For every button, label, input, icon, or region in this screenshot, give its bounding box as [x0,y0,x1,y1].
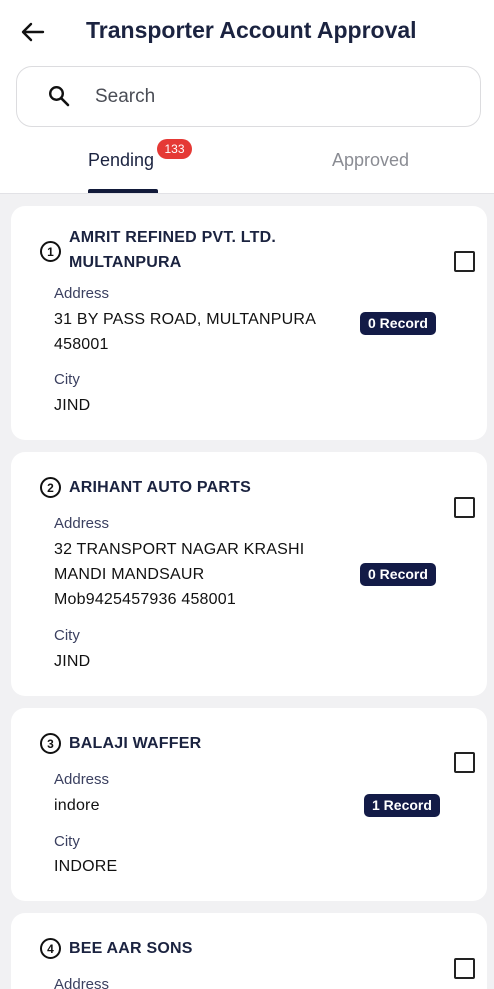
city-label: City [54,833,80,850]
transporter-name-line: BALAJI WAFFER [69,735,202,752]
back-button[interactable] [18,18,48,46]
address-label: Address [54,515,110,532]
select-checkbox[interactable] [454,497,475,518]
city-value: JIND [54,653,91,670]
transporter-card: 4 BEE AAR SONS Address [11,913,487,989]
search-icon [48,85,70,107]
address-line: Mob9425457936 458001 [54,591,236,608]
select-checkbox[interactable] [454,752,475,773]
city-value: JIND [54,397,91,414]
address-line: MANDI MANDSAUR [54,566,205,583]
tab-pending[interactable]: Pending [88,150,154,171]
address-label: Address [54,285,110,302]
tab-divider [0,193,494,194]
page-title: Transporter Account Approval [86,17,417,43]
item-number-badge: 4 [40,938,61,959]
city-value: INDORE [54,858,118,875]
record-count-badge: 1 Record [364,794,440,817]
transporter-name: AMRIT REFINED PVT. LTD. MULTANPURA [69,225,276,275]
transporter-name-line: BEE AAR SONS [69,940,193,957]
transporter-name-line: AMRIT REFINED PVT. LTD. [69,229,276,246]
address-value: 32 TRANSPORT NAGAR KRASHI MANDI MANDSAUR… [54,537,304,612]
transporter-name-line: ARIHANT AUTO PARTS [69,479,251,496]
transporter-card: 1 AMRIT REFINED PVT. LTD. MULTANPURA Add… [11,206,487,440]
record-count-badge: 0 Record [360,563,436,586]
address-label: Address [54,976,110,989]
transporter-name: BEE AAR SONS [69,936,193,961]
transporter-name-line: MULTANPURA [69,254,182,271]
app-header: Transporter Account Approval Pending 133… [0,0,494,193]
select-checkbox[interactable] [454,958,475,979]
item-number-badge: 1 [40,241,61,262]
record-count-badge: 0 Record [360,312,436,335]
arrow-left-icon [21,22,45,42]
address-line: indore [54,797,100,814]
address-line: 32 TRANSPORT NAGAR KRASHI [54,541,305,558]
city-label: City [54,371,80,388]
transporter-name: BALAJI WAFFER [69,731,201,756]
search-bar[interactable] [16,66,481,127]
select-checkbox[interactable] [454,251,475,272]
transporter-card: 2 ARIHANT AUTO PARTS Address 32 TRANSPOR… [11,452,487,696]
address-line: 458001 [54,336,109,353]
transporter-name: ARIHANT AUTO PARTS [69,475,251,500]
address-value: indore [54,793,100,818]
pending-count-badge: 133 [157,139,192,159]
address-value: 31 BY PASS ROAD, MULTANPURA 458001 [54,307,316,357]
address-label: Address [54,771,110,788]
search-input[interactable] [95,83,465,111]
item-number-badge: 3 [40,733,61,754]
transporter-card: 3 BALAJI WAFFER Address indore 1 Record … [11,708,487,901]
tab-approved[interactable]: Approved [332,150,409,171]
item-number-badge: 2 [40,477,61,498]
address-line: 31 BY PASS ROAD, MULTANPURA [54,311,317,328]
city-label: City [54,627,80,644]
